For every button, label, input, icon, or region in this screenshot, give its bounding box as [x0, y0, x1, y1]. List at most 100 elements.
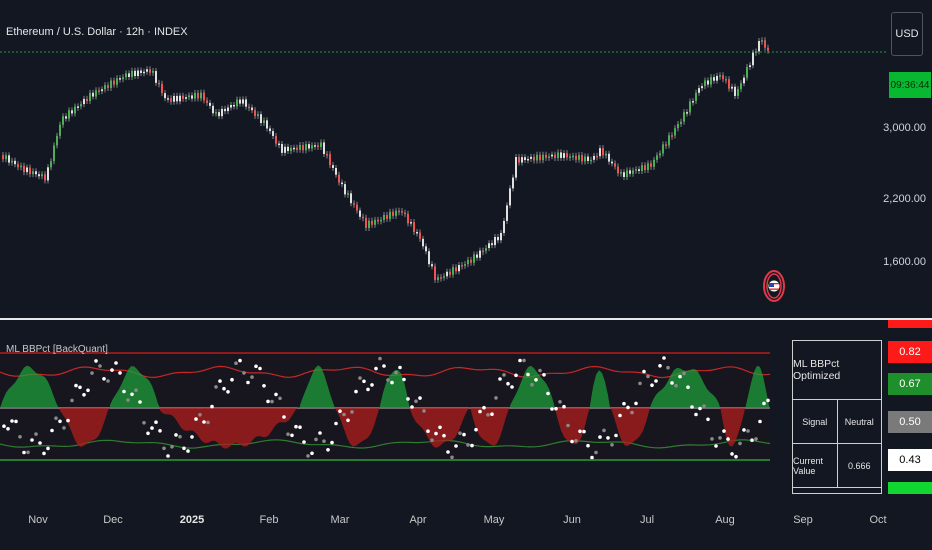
candle: [17, 164, 19, 167]
bbpct-dot: [418, 396, 422, 400]
candle: [521, 157, 523, 162]
candle: [65, 116, 67, 118]
candle: [140, 70, 142, 72]
bbpct-dot: [714, 444, 718, 448]
bbpct-dot: [10, 419, 14, 423]
candle: [497, 237, 499, 240]
indicator-title[interactable]: ML BBPct [BackQuant]: [6, 344, 108, 355]
bbpct-dot: [534, 378, 538, 382]
candle: [20, 166, 22, 168]
candle: [653, 160, 655, 167]
candle: [602, 148, 604, 155]
bbpct-dot: [98, 364, 102, 368]
candle: [29, 167, 31, 174]
bbpct-dot: [546, 392, 550, 396]
bbpct-dot: [374, 367, 378, 371]
bbpct-dot: [226, 390, 230, 394]
bbpct-dot: [582, 430, 586, 434]
candle: [95, 90, 97, 96]
candle: [89, 93, 91, 101]
candle: [452, 267, 454, 274]
x-label-feb: Feb: [260, 514, 279, 526]
candle: [662, 144, 664, 153]
bbpct-dot: [194, 417, 198, 421]
candle: [401, 211, 403, 213]
candle: [605, 154, 607, 156]
bbpct-dot: [122, 390, 126, 394]
candle: [542, 155, 544, 160]
bbpct-dot: [270, 400, 274, 404]
candle: [641, 165, 643, 171]
bbpct-dot: [266, 400, 270, 404]
candle: [380, 220, 382, 222]
candle: [419, 232, 421, 238]
candle: [191, 95, 193, 98]
candle: [329, 154, 331, 165]
bbpct-dot: [522, 359, 526, 363]
candle: [635, 169, 637, 171]
bbpct-dot: [594, 451, 598, 455]
currency-button[interactable]: USD: [891, 12, 923, 56]
level-tag-top: [888, 320, 932, 328]
x-label-nov: Nov: [28, 514, 48, 526]
candle: [671, 135, 673, 137]
candle: [194, 93, 196, 99]
level-tag-043: 0.43: [888, 449, 932, 471]
candle: [356, 205, 358, 211]
candle: [698, 88, 700, 93]
bbpct-dot: [334, 422, 338, 426]
candle: [491, 243, 493, 245]
candle: [494, 237, 496, 245]
bbpct-dot: [6, 427, 10, 431]
candle: [398, 211, 400, 213]
candle: [56, 136, 58, 146]
candle: [296, 148, 298, 150]
candle: [47, 167, 49, 180]
bbpct-dot: [466, 443, 470, 447]
bbpct-dot: [26, 451, 30, 455]
candle: [338, 175, 340, 183]
candle: [38, 174, 40, 176]
candle: [623, 172, 625, 177]
bbpct-dot: [394, 371, 398, 375]
bar-countdown-badge: 09:36:44: [889, 72, 931, 98]
candle: [578, 155, 580, 160]
bbpct-dot: [658, 364, 662, 368]
candle: [185, 97, 187, 99]
price-chart[interactable]: [0, 0, 886, 318]
candle: [746, 67, 748, 78]
candle: [170, 98, 172, 101]
candle: [554, 155, 556, 158]
candle: [74, 107, 76, 114]
candle: [650, 163, 652, 167]
bbpct-dot: [718, 436, 722, 440]
candle: [86, 99, 88, 101]
candle: [59, 125, 61, 136]
candle: [581, 155, 583, 161]
bbpct-dot: [578, 430, 582, 434]
candle: [470, 260, 472, 263]
candle: [293, 148, 295, 150]
candle: [242, 99, 244, 103]
candle: [569, 156, 571, 158]
bbpct-dot: [538, 369, 542, 373]
candle: [428, 251, 430, 264]
bbpct-dot: [726, 437, 730, 441]
indicator-chart[interactable]: [0, 320, 886, 500]
x-label-jul: Jul: [640, 514, 654, 526]
table-cell-label: Signal: [793, 400, 837, 443]
bbpct-dot: [242, 371, 246, 375]
candle: [506, 205, 508, 221]
bbpct-dot: [246, 381, 250, 385]
bbpct-dot: [82, 393, 86, 397]
us-flag-icon[interactable]: [763, 270, 785, 302]
bbpct-dot: [682, 372, 686, 376]
bbpct-dot: [50, 429, 54, 433]
candle: [26, 167, 28, 172]
bbpct-dot: [330, 441, 334, 445]
bbpct-dot: [438, 426, 442, 430]
candle: [143, 72, 145, 74]
level-tag-050: 0.50: [888, 411, 932, 433]
bbpct-dot: [310, 452, 314, 456]
candle: [548, 156, 550, 158]
